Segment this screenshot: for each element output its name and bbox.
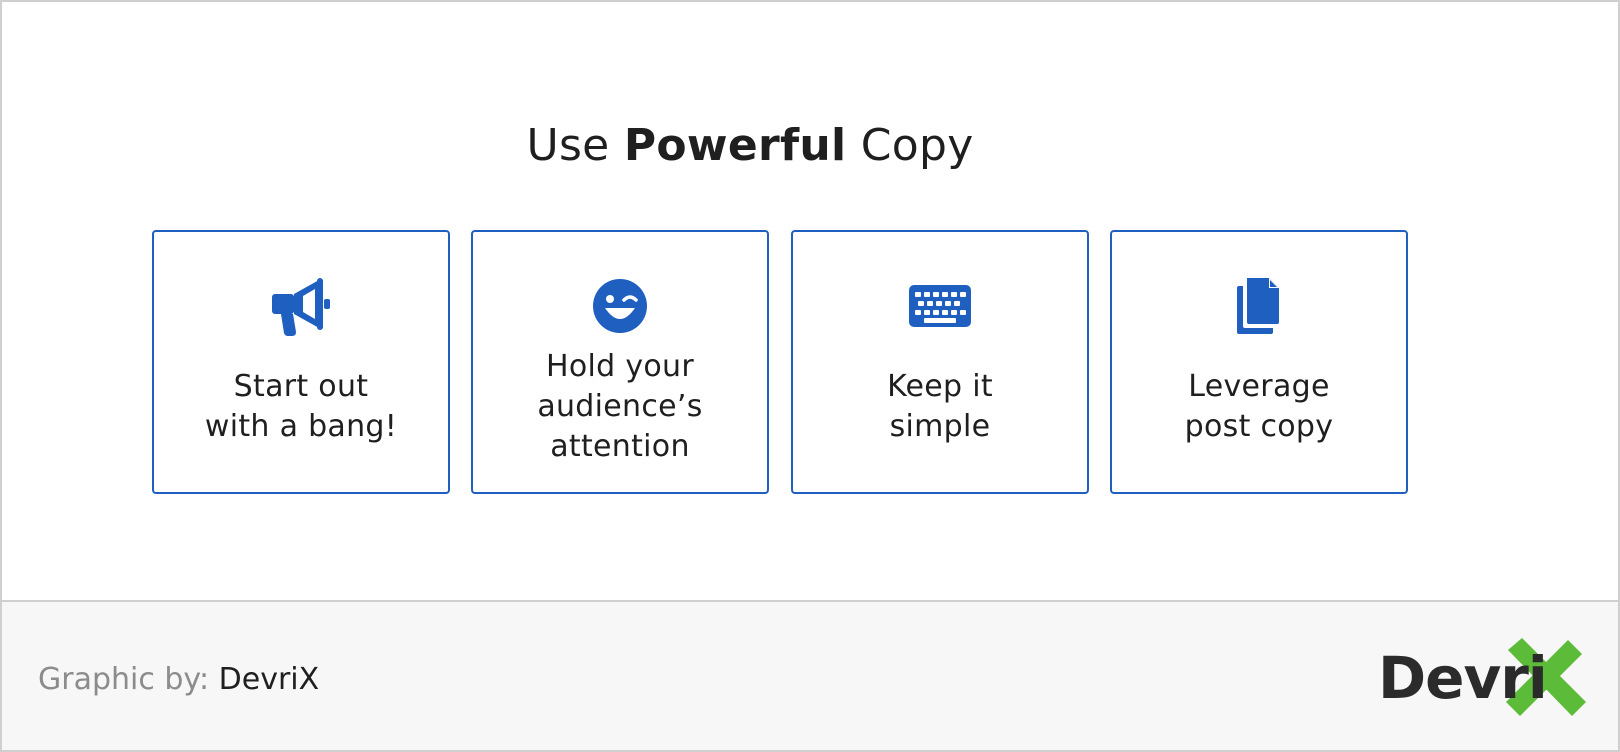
title-emphasis: Powerful (623, 120, 847, 171)
main-panel: Use Powerful Copy Start out with a bang! (2, 2, 1618, 600)
title-prefix: Use (526, 120, 624, 171)
card-label: Leverage post copy (1184, 369, 1334, 444)
infographic-frame: Use Powerful Copy Start out with a bang! (0, 0, 1620, 752)
card-start-with-a-bang: Start out with a bang! (152, 230, 450, 494)
card-label: Hold your audience’s attention (537, 349, 703, 464)
footer: Graphic by: DevriX Devri (2, 600, 1618, 750)
winking-face-icon (588, 274, 652, 338)
page-title: Use Powerful Copy (2, 118, 1498, 174)
credit-label: Graphic by: (38, 662, 219, 697)
copy-documents-icon (1227, 274, 1291, 338)
graphic-credit: Graphic by: DevriX (38, 660, 319, 700)
logo-wordmark: Devri (1378, 644, 1548, 712)
title-suffix: Copy (846, 120, 974, 171)
card-leverage-post-copy: Leverage post copy (1110, 230, 1408, 494)
megaphone-icon (269, 274, 333, 338)
card-hold-audience-attention: Hold your audience’s attention (471, 230, 769, 494)
card-label: Start out with a bang! (204, 369, 398, 444)
card-label: Keep it simple (887, 369, 993, 444)
devrix-logo: Devri (1378, 636, 1588, 718)
keyboard-icon (908, 274, 972, 338)
card-keep-it-simple: Keep it simple (791, 230, 1089, 494)
credit-value: DevriX (218, 662, 320, 697)
